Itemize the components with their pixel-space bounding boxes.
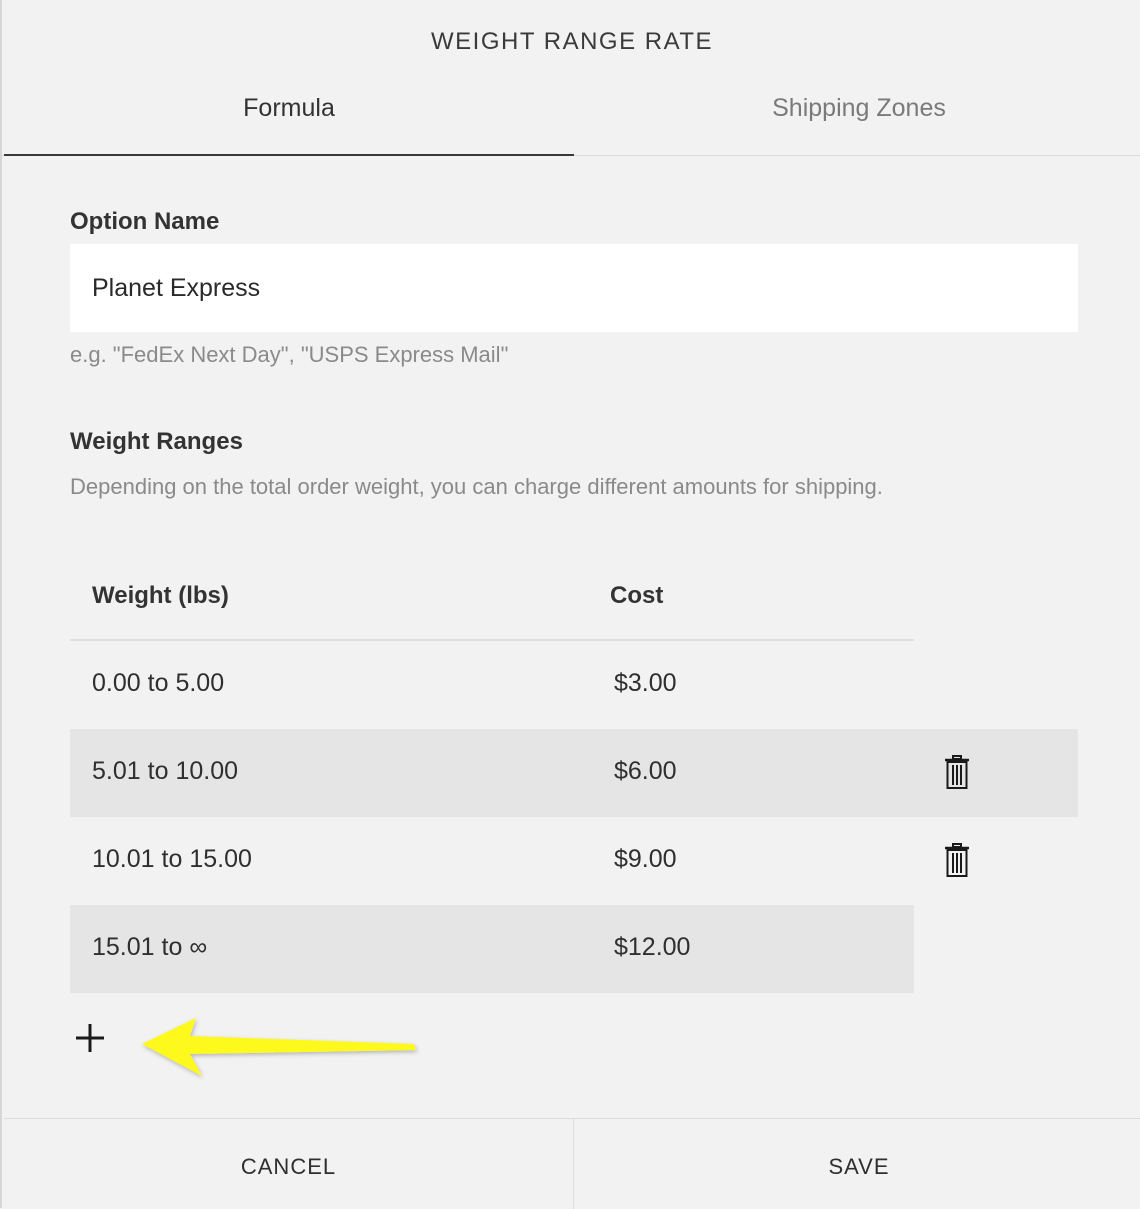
table-row[interactable]: 15.01 to ∞ $12.00 <box>70 905 914 993</box>
table-row[interactable]: 5.01 to 10.00 $6.00 <box>70 729 1078 817</box>
option-name-label: Option Name <box>70 208 220 235</box>
weight-range-cell[interactable]: 10.01 to 15.00 <box>92 845 252 874</box>
weight-range-rate-dialog: WEIGHT RANGE RATE Formula Shipping Zones… <box>0 0 1140 1209</box>
tab-formula[interactable]: Formula <box>4 82 574 156</box>
weight-to: ∞ <box>189 933 208 961</box>
option-name-help: e.g. "FedEx Next Day", "USPS Express Mai… <box>70 342 509 367</box>
weight-from[interactable]: 5.01 <box>92 757 141 785</box>
cost-cell[interactable]: $9.00 <box>614 845 677 874</box>
tab-bar: Formula Shipping Zones <box>2 82 1140 156</box>
table-header: Weight (lbs) Cost <box>70 550 914 641</box>
column-header-weight: Weight (lbs) <box>92 582 229 609</box>
table-row[interactable]: 0.00 to 5.00 $3.00 <box>70 641 1078 729</box>
tab-shipping-zones[interactable]: Shipping Zones <box>574 82 1140 156</box>
plus-icon[interactable] <box>74 1022 106 1054</box>
cancel-button[interactable]: CANCEL <box>4 1119 574 1209</box>
save-button[interactable]: SAVE <box>574 1119 1140 1209</box>
weight-ranges-table: Weight (lbs) Cost 0.00 to 5.00 $3.00 5.0… <box>70 550 1078 993</box>
weight-range-cell[interactable]: 0.00 to 5.00 <box>92 669 224 698</box>
cost-cell[interactable]: $3.00 <box>614 669 677 698</box>
weight-to[interactable]: 10.00 <box>175 757 238 785</box>
weight-ranges-label: Weight Ranges <box>70 428 243 455</box>
cost-cell[interactable]: $6.00 <box>614 757 677 786</box>
weight-to[interactable]: 15.00 <box>189 845 252 873</box>
trash-icon[interactable] <box>944 755 970 789</box>
arrow-left-icon <box>142 1018 416 1076</box>
weight-ranges-description: Depending on the total order weight, you… <box>70 474 883 499</box>
table-row[interactable]: 10.01 to 15.00 $9.00 <box>70 817 1078 905</box>
weight-separator: to <box>161 845 183 873</box>
weight-from[interactable]: 15.01 <box>92 933 155 961</box>
dialog-title: WEIGHT RANGE RATE <box>431 28 713 55</box>
weight-from[interactable]: 0.00 <box>92 669 141 697</box>
weight-to[interactable]: 5.00 <box>175 669 224 697</box>
cost-cell[interactable]: $12.00 <box>614 933 690 962</box>
add-range-button[interactable] <box>74 1018 110 1058</box>
dialog-footer: CANCEL SAVE <box>4 1118 1140 1209</box>
weight-separator: to <box>147 757 169 785</box>
trash-icon[interactable] <box>944 843 970 877</box>
option-name-input[interactable] <box>70 244 1078 332</box>
weight-from[interactable]: 10.01 <box>92 845 155 873</box>
weight-range-cell[interactable]: 15.01 to ∞ <box>92 933 207 962</box>
weight-separator: to <box>147 669 169 697</box>
column-header-cost: Cost <box>610 582 664 609</box>
weight-range-cell[interactable]: 5.01 to 10.00 <box>92 757 238 786</box>
weight-separator: to <box>161 933 183 961</box>
